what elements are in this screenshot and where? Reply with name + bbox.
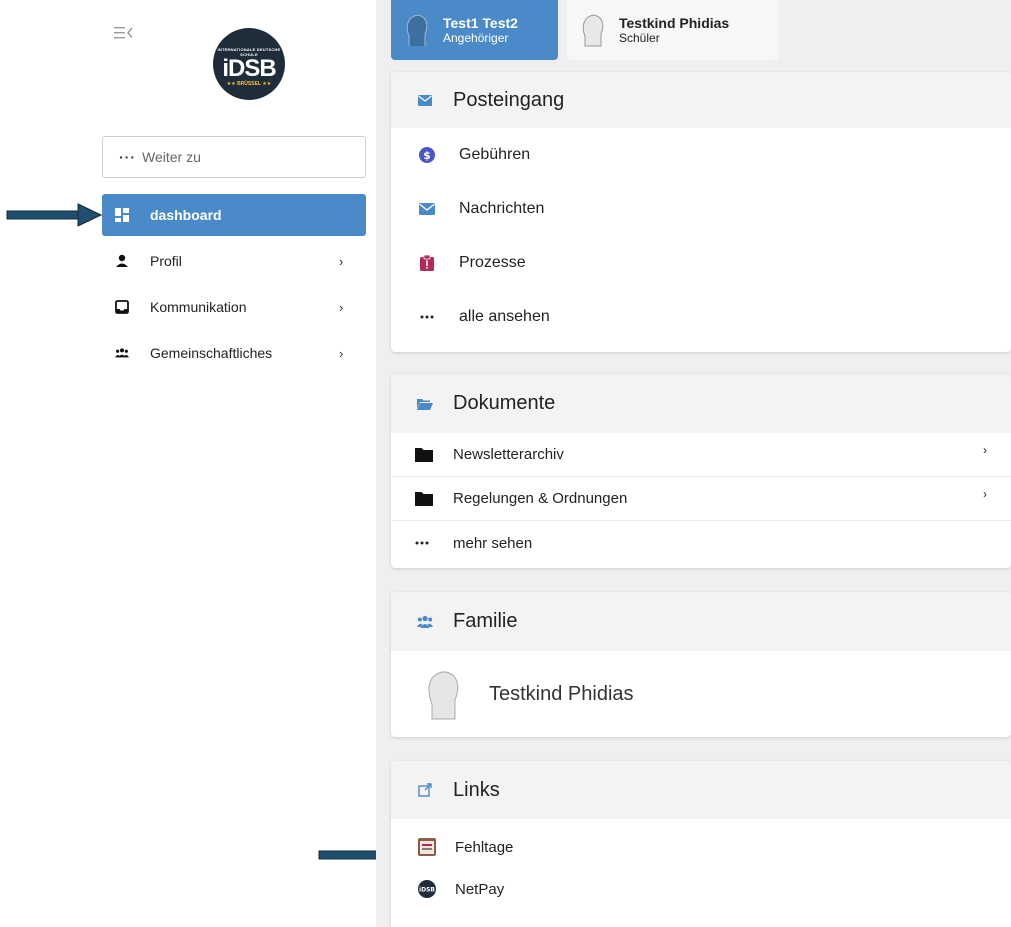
folder-icon (415, 491, 433, 506)
sidebar-item-kommunikation[interactable]: Kommunikation › (102, 286, 366, 328)
list-item-gebuehren[interactable]: $ Gebühren (391, 128, 1011, 182)
calendar-app-icon (418, 838, 436, 856)
card-title: Posteingang (453, 88, 565, 111)
clipboard-alert-icon (419, 255, 435, 271)
list-item-label: Gebühren (459, 146, 531, 163)
avatar (406, 14, 428, 46)
sidebar-item-label: Profil (150, 253, 182, 269)
card-title: Dokumente (453, 392, 556, 414)
folder-icon (415, 447, 433, 462)
link-netpay[interactable]: iDSB NetPay (391, 867, 1011, 911)
ellipsis-icon: ··· (119, 149, 136, 165)
card-header: Familie (391, 592, 1011, 651)
link-fehltage[interactable]: Fehltage (391, 825, 1011, 869)
list-item-label: Newsletterarchiv (453, 446, 564, 463)
inbox-icon (115, 300, 129, 314)
card-title: Familie (453, 610, 518, 632)
list-item-label: Regelungen & Ordnungen (453, 490, 628, 507)
school-logo[interactable]: INTERNATIONALE DEUTSCHE SCHULE iDSB ★★ B… (213, 28, 285, 100)
sidebar: INTERNATIONALE DEUTSCHE SCHULE iDSB ★★ B… (0, 0, 376, 927)
sidebar-item-dashboard[interactable]: dashboard (102, 194, 366, 236)
family-member-name: Testkind Phidias (489, 682, 634, 705)
inbox-card: Posteingang $ Gebühren Nachrichten Proze… (391, 72, 1011, 352)
sidebar-item-gemeinschaftliches[interactable]: Gemeinschaftliches › (102, 332, 366, 374)
tab-name: Test1 Test2 (443, 15, 518, 31)
user-icon (115, 254, 129, 268)
link-label: Fehltage (455, 838, 514, 856)
users-icon (115, 346, 129, 360)
ellipsis-icon (415, 536, 433, 550)
envelope-icon (419, 201, 435, 217)
svg-text:iDSB: iDSB (419, 887, 435, 894)
tab-testkind-phidias[interactable]: Testkind Phidias Schüler (567, 0, 779, 60)
list-item-newsletterarchiv[interactable]: Newsletterarchiv › (391, 433, 1011, 477)
card-header: Posteingang (391, 72, 1011, 128)
sidebar-item-label: Kommunikation (150, 299, 247, 315)
list-item-regelungen[interactable]: Regelungen & Ordnungen › (391, 477, 1011, 521)
list-item-label: alle ansehen (459, 308, 550, 325)
sidebar-item-profil[interactable]: Profil › (102, 240, 366, 282)
logo-main-text: iDSB (222, 55, 276, 82)
list-item-label: Nachrichten (459, 200, 545, 217)
view-all-link[interactable]: alle ansehen (391, 290, 1011, 344)
idsb-app-icon: iDSB (418, 880, 436, 898)
search-input[interactable]: ··· Weiter zu (102, 136, 366, 178)
list-item-label: mehr sehen (453, 534, 533, 552)
tab-name: Testkind Phidias (619, 15, 730, 31)
tab-role: Angehöriger (443, 31, 509, 45)
show-more-link[interactable]: mehr sehen (391, 521, 1011, 565)
dashboard-icon (115, 208, 129, 222)
chevron-right-icon: › (983, 443, 987, 457)
card-header: Dokumente (391, 374, 1011, 433)
links-card: Links Fehltage iDSB NetPay (391, 761, 1011, 927)
list-item-prozesse[interactable]: Prozesse (391, 236, 1011, 290)
main-content: Test1 Test2 Angehöriger Testkind Phidias… (376, 0, 1011, 927)
ellipsis-icon (419, 309, 435, 325)
envelope-icon (417, 92, 433, 108)
logo-bottom-text: ★★ BRÜSSEL ★★ (226, 81, 272, 87)
list-item-nachrichten[interactable]: Nachrichten (391, 182, 1011, 236)
family-member[interactable]: Testkind Phidias (391, 651, 1011, 737)
list-item-label: Prozesse (459, 254, 526, 271)
collapse-menu-icon[interactable] (114, 26, 134, 40)
tab-test1-test2[interactable]: Test1 Test2 Angehöriger (391, 0, 558, 60)
documents-card: Dokumente Newsletterarchiv › Regelungen … (391, 374, 1011, 568)
search-placeholder: Weiter zu (142, 149, 201, 165)
link-label: NetPay (455, 880, 505, 898)
folder-open-icon (417, 396, 433, 412)
arrow-annotation-icon (6, 203, 102, 227)
card-title: Links (453, 778, 500, 801)
dollar-circle-icon: $ (419, 147, 435, 163)
external-link-icon (417, 782, 433, 798)
avatar (428, 671, 459, 720)
chevron-right-icon: › (339, 299, 344, 315)
chevron-right-icon: › (339, 253, 344, 269)
sidebar-item-label: dashboard (150, 207, 222, 223)
family-card: Familie Testkind Phidias (391, 592, 1011, 737)
svg-text:$: $ (423, 149, 431, 162)
users-icon (417, 614, 433, 630)
avatar (582, 14, 604, 47)
chevron-right-icon: › (339, 345, 344, 361)
tab-role: Schüler (619, 31, 660, 45)
sidebar-item-label: Gemeinschaftliches (150, 345, 273, 361)
card-header: Links (391, 761, 1011, 819)
chevron-right-icon: › (983, 487, 987, 501)
